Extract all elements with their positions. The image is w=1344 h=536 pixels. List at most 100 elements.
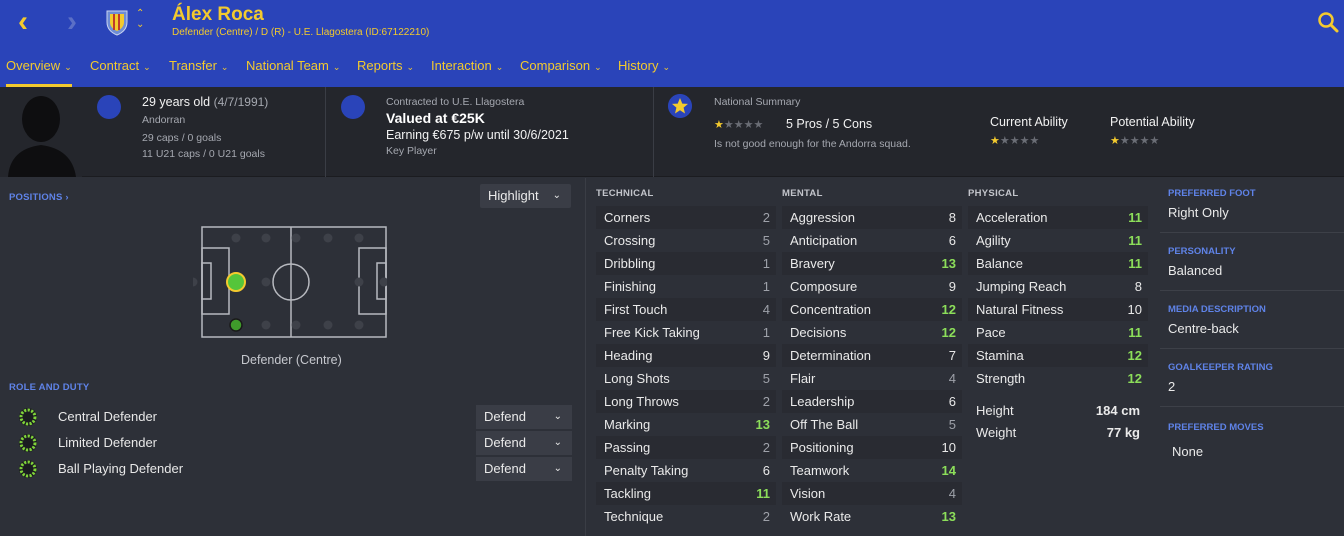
tab-comparison[interactable]: Comparison ⌄ (520, 52, 602, 87)
duty-dropdown[interactable]: Defend ⌄ (476, 457, 572, 481)
attribute-value: 4 (948, 486, 956, 501)
attribute-row[interactable]: Dribbling 1 (596, 252, 776, 275)
attribute-value: 13 (941, 509, 956, 524)
tab-contract[interactable]: Contract ⌄ (90, 52, 151, 87)
attribute-row[interactable]: Off The Ball 5 (782, 413, 962, 436)
attribute-row[interactable]: Heading 9 (596, 344, 776, 367)
attribute-name: Off The Ball (790, 417, 859, 432)
attribute-name: Composure (790, 279, 858, 294)
attribute-row[interactable]: Concentration 12 (782, 298, 962, 321)
tab-label: Contract (90, 58, 140, 73)
attribute-row[interactable]: First Touch 4 (596, 298, 776, 321)
attribute-row[interactable]: Passing 2 (596, 436, 776, 459)
back-arrow-icon[interactable]: ‹ (18, 7, 28, 37)
attribute-value: 5 (762, 233, 770, 248)
forward-arrow-icon[interactable]: › (67, 7, 77, 37)
attribute-row[interactable]: Natural Fitness 10 (968, 298, 1148, 321)
attribute-row[interactable]: Positioning 10 (782, 436, 962, 459)
attribute-row[interactable]: Teamwork 14 (782, 459, 962, 482)
role-row[interactable]: Ball Playing Defender Defend ⌄ (0, 456, 585, 482)
attribute-row[interactable]: Free Kick Taking 1 (596, 321, 776, 344)
tab-label: History (618, 58, 659, 73)
attribute-row[interactable]: Penalty Taking 6 (596, 459, 776, 482)
tab-overview[interactable]: Overview ⌄ (6, 52, 72, 87)
attribute-name: Long Shots (604, 371, 670, 386)
empty-star-icon: ★★★★ (999, 135, 1040, 147)
attribute-row[interactable]: Leadership 6 (782, 390, 962, 413)
duty-dropdown[interactable]: Defend ⌄ (476, 405, 572, 429)
attribute-row[interactable]: Tackling 11 (596, 482, 776, 505)
attribute-row[interactable]: Determination 7 (782, 344, 962, 367)
tab-history[interactable]: History ⌄ (618, 52, 670, 87)
tab-reports[interactable]: Reports ⌄ (357, 52, 414, 87)
search-icon[interactable] (1316, 10, 1340, 34)
attribute-row[interactable]: Long Shots 5 (596, 367, 776, 390)
half-star-icon: ★ (714, 119, 724, 131)
attribute-row[interactable]: Work Rate 13 (782, 505, 962, 528)
caps: 29 caps / 0 goals (142, 132, 222, 144)
attribute-value: 2 (762, 210, 770, 225)
attribute-row[interactable]: Vision 4 (782, 482, 962, 505)
attribute-row[interactable]: Jumping Reach 8 (968, 275, 1148, 298)
divider (1160, 232, 1344, 233)
duty-dropdown[interactable]: Defend ⌄ (476, 431, 572, 455)
attribute-row[interactable]: Acceleration 11 (968, 206, 1148, 229)
player-name: Álex Roca (172, 4, 264, 25)
attribute-row[interactable]: Corners 2 (596, 206, 776, 229)
highlight-dropdown[interactable]: Highlight ⌄ (480, 184, 571, 208)
attribute-value: 6 (948, 233, 956, 248)
attribute-name: Marking (604, 417, 651, 432)
pros-cons[interactable]: 5 Pros / 5 Cons (786, 117, 872, 131)
player-switch-icon[interactable]: ⌃ ⌄ (136, 8, 144, 30)
attribute-name: Finishing (604, 279, 657, 294)
personality-label: PERSONALITY (1168, 246, 1236, 257)
attribute-name: First Touch (604, 302, 668, 317)
attribute-value: 9 (762, 348, 770, 363)
attribute-row[interactable]: Bravery 13 (782, 252, 962, 275)
tab-label: Transfer (169, 58, 217, 73)
attribute-row[interactable]: Marking 13 (596, 413, 776, 436)
role-row[interactable]: Limited Defender Defend ⌄ (0, 430, 585, 456)
wage: Earning €675 p/w until 30/6/2021 (386, 128, 569, 142)
attribute-name: Pace (976, 325, 1006, 340)
tab-label: National Team (246, 58, 329, 73)
attribute-row[interactable]: Decisions 12 (782, 321, 962, 344)
attribute-row[interactable]: Crossing 5 (596, 229, 776, 252)
attribute-row[interactable]: Flair 4 (782, 367, 962, 390)
club-crest-icon[interactable] (104, 8, 130, 36)
current-ability-label: Current Ability (990, 115, 1068, 129)
attribute-row[interactable]: Technique 2 (596, 505, 776, 528)
chevron-down-icon: ⌄ (594, 62, 602, 72)
attribute-name: Decisions (790, 325, 847, 340)
attribute-row[interactable]: Pace 11 (968, 321, 1148, 344)
tab-transfer[interactable]: Transfer ⌄ (169, 52, 228, 87)
attribute-row[interactable]: Strength 12 (968, 367, 1148, 390)
highlight-label: Highlight (488, 188, 539, 203)
attribute-value: 12 (1127, 371, 1142, 386)
natural-position-marker[interactable] (226, 272, 246, 292)
attribute-row[interactable]: Agility 11 (968, 229, 1148, 252)
accomplished-position-marker[interactable] (229, 318, 243, 332)
positions-title[interactable]: POSITIONS › (9, 192, 69, 203)
attribute-row[interactable]: Aggression 8 (782, 206, 962, 229)
technical-title: TECHNICAL (596, 188, 654, 199)
contract-label[interactable]: Contracted to U.E. Llagostera (386, 96, 524, 108)
attribute-name: Vision (790, 486, 826, 501)
attribute-name: Passing (604, 440, 651, 455)
attribute-row[interactable]: Balance 11 (968, 252, 1148, 275)
attribute-row[interactable]: Composure 9 (782, 275, 962, 298)
mental-title: MENTAL (782, 188, 823, 199)
national-note: Is not good enough for the Andorra squad… (714, 138, 911, 150)
attribute-row[interactable]: Anticipation 6 (782, 229, 962, 252)
attribute-row[interactable]: Finishing 1 (596, 275, 776, 298)
tab-interaction[interactable]: Interaction ⌄ (431, 52, 503, 87)
attribute-name: Natural Fitness (976, 302, 1064, 317)
tab-national-team[interactable]: National Team ⌄ (246, 52, 340, 87)
attribute-row[interactable]: Stamina 12 (968, 344, 1148, 367)
attribute-name: Aggression (790, 210, 856, 225)
role-row[interactable]: Central Defender Defend ⌄ (0, 404, 585, 430)
player-subtitle[interactable]: Defender (Centre) / D (R) - U.E. Llagost… (172, 27, 429, 38)
nationality[interactable]: Andorran (142, 114, 185, 126)
attribute-row[interactable]: Long Throws 2 (596, 390, 776, 413)
attribute-name: Technique (604, 509, 664, 524)
